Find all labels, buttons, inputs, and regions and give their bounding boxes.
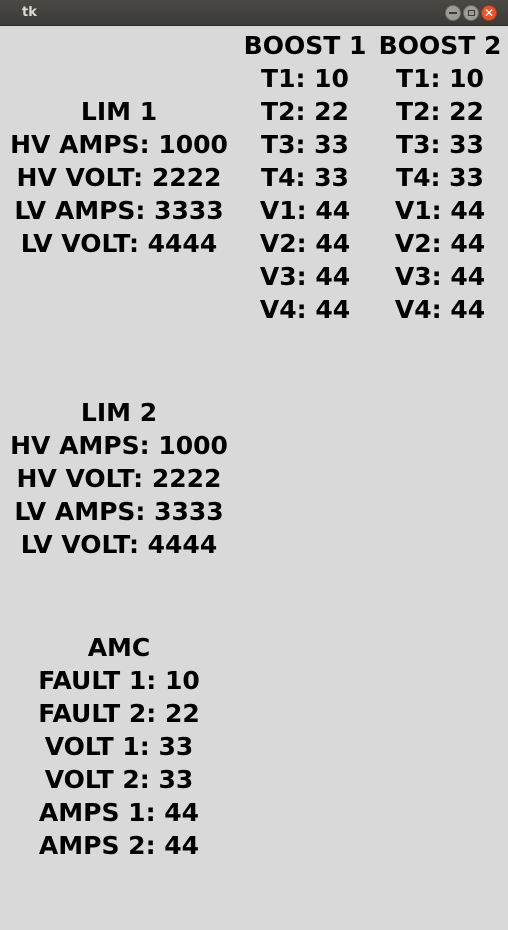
- amc-volt-2: VOLT 2: 33: [44, 765, 194, 794]
- boost2-v3: V3: 44: [394, 262, 486, 291]
- maximize-button[interactable]: [463, 5, 479, 21]
- boost2-v2: V2: 44: [394, 229, 486, 258]
- minimize-button[interactable]: [445, 5, 461, 21]
- tk-window: tk ✕ LIM 1 HV AMPS: 1000 HV VOLT: 2222 L…: [0, 0, 508, 930]
- boost2-t2: T2: 22: [396, 97, 484, 126]
- boost2-t1: T1: 10: [396, 64, 484, 93]
- boost1-v3: V3: 44: [259, 262, 351, 291]
- amc-amps-1: AMPS 1: 44: [38, 798, 200, 827]
- boost1-v1: V1: 44: [259, 196, 351, 225]
- boost1-t2: T2: 22: [261, 97, 349, 126]
- lim2-lv-amps: LV AMPS: 3333: [14, 497, 224, 526]
- lim2-hv-volt: HV VOLT: 2222: [16, 464, 222, 493]
- amc-title: AMC: [87, 633, 151, 662]
- lim2-title: LIM 2: [80, 398, 158, 427]
- amc-fault-1: FAULT 1: 10: [38, 666, 200, 695]
- lim1-hv-volt: HV VOLT: 2222: [16, 163, 222, 192]
- maximize-icon: [467, 10, 475, 16]
- amc-volt-1: VOLT 1: 33: [44, 732, 194, 761]
- boost2-t4: T4: 33: [396, 163, 484, 192]
- boost1-v4: V4: 44: [259, 295, 351, 324]
- lim1-hv-amps: HV AMPS: 1000: [10, 130, 228, 159]
- amc-fault-2: FAULT 2: 22: [38, 699, 200, 728]
- title-bar[interactable]: tk ✕: [0, 0, 508, 26]
- boost1-t3: T3: 33: [261, 130, 349, 159]
- lim1-title: LIM 1: [80, 97, 158, 126]
- boost2-v4: V4: 44: [394, 295, 486, 324]
- boost2-t3: T3: 33: [396, 130, 484, 159]
- lim2-hv-amps: HV AMPS: 1000: [10, 431, 228, 460]
- boost2-v1: V1: 44: [394, 196, 486, 225]
- close-button[interactable]: ✕: [481, 5, 497, 21]
- amc-amps-2: AMPS 2: 44: [38, 831, 200, 860]
- lim1-lv-amps: LV AMPS: 3333: [14, 196, 224, 225]
- lim2-lv-volt: LV VOLT: 4444: [20, 530, 218, 559]
- minimize-icon: [449, 12, 457, 14]
- boost1-t1: T1: 10: [261, 64, 349, 93]
- window-title: tk: [22, 5, 37, 20]
- boost1-title: BOOST 1: [243, 31, 367, 60]
- lim1-lv-volt: LV VOLT: 4444: [20, 229, 218, 258]
- boost1-t4: T4: 33: [261, 163, 349, 192]
- boost1-v2: V2: 44: [259, 229, 351, 258]
- boost2-title: BOOST 2: [378, 31, 502, 60]
- close-icon: ✕: [483, 6, 495, 20]
